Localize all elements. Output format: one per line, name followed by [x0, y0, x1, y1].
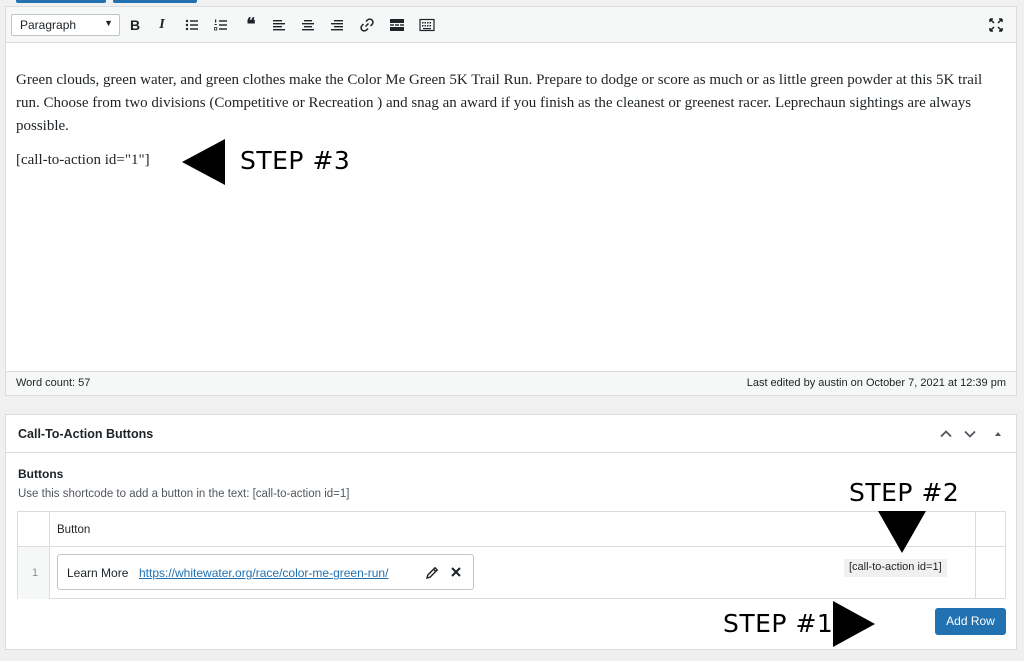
post-shortcode: [call-to-action id="1"]	[16, 152, 150, 168]
toolbar-toggle-button[interactable]	[416, 15, 438, 35]
toggle-panel-button[interactable]	[989, 425, 1007, 443]
align-center-icon	[302, 20, 314, 31]
buttons-section-label: Buttons	[18, 467, 64, 481]
chevron-down-icon	[964, 430, 976, 438]
chevron-down-icon: ▼	[104, 18, 113, 28]
blockquote-icon: ❝	[246, 15, 256, 34]
link-button[interactable]	[356, 15, 378, 35]
blockquote-button[interactable]: ❝	[240, 15, 262, 35]
add-row-button[interactable]: Add Row	[935, 608, 1006, 635]
numbered-list-button[interactable]	[210, 15, 232, 35]
bulleted-list-button[interactable]	[181, 15, 203, 35]
toolbar-toggle-icon	[419, 18, 435, 32]
bold-icon: B	[129, 17, 141, 33]
step3-arrow-left	[182, 139, 225, 185]
step3-annotation: STEP #3	[240, 146, 351, 175]
row-shortcode-badge: [call-to-action id=1]	[844, 559, 947, 577]
format-select-value: Paragraph	[20, 18, 77, 32]
read-more-button[interactable]	[386, 15, 408, 35]
step1-annotation: STEP #1	[723, 609, 834, 638]
button-field[interactable]: Learn More https://whitewater.org/race/c…	[57, 554, 474, 590]
button-url-link[interactable]: https://whitewater.org/race/color-me-gre…	[139, 566, 388, 580]
align-right-button[interactable]	[326, 15, 348, 35]
editor-toolbar: Paragraph ▼ B I ❝	[6, 7, 1016, 43]
editor-content[interactable]: Green clouds, green water, and green clo…	[16, 69, 1006, 138]
numbered-list-icon	[214, 19, 227, 31]
align-right-icon	[331, 20, 343, 31]
editor-tab-visual[interactable]	[16, 0, 106, 3]
read-more-icon	[390, 19, 404, 31]
editor-tab-text[interactable]	[113, 0, 197, 3]
shortcode-description: Use this shortcode to add a button in th…	[18, 488, 350, 500]
italic-button[interactable]: I	[151, 15, 173, 35]
link-icon	[360, 18, 374, 32]
last-edited: Last edited by austin on October 7, 2021…	[746, 377, 1006, 389]
move-up-button[interactable]	[937, 425, 955, 443]
format-select[interactable]: Paragraph ▼	[11, 14, 120, 36]
post-editor: Paragraph ▼ B I ❝ Green clouds, green wa…	[5, 6, 1017, 396]
close-icon[interactable]	[448, 564, 464, 580]
align-center-button[interactable]	[297, 15, 319, 35]
step2-arrow-down	[878, 511, 926, 553]
bold-button[interactable]: B	[124, 15, 146, 35]
triangle-up-icon	[995, 432, 1001, 436]
post-paragraph: Green clouds, green water, and green clo…	[16, 72, 983, 134]
chevron-up-icon	[940, 430, 952, 438]
row-number: 1	[32, 567, 39, 579]
column-divider	[49, 512, 50, 598]
step1-arrow-right	[833, 601, 875, 647]
word-count: Word count: 57	[16, 377, 91, 389]
column-header-button: Button	[57, 524, 91, 536]
align-left-icon	[273, 20, 285, 31]
fullscreen-icon[interactable]	[988, 17, 1004, 33]
align-left-button[interactable]	[268, 15, 290, 35]
step2-annotation: STEP #2	[849, 478, 960, 507]
button-label: Learn More	[67, 566, 129, 580]
column-divider	[975, 512, 976, 598]
metabox-header: Call-To-Action Buttons	[6, 415, 1016, 453]
metabox-title: Call-To-Action Buttons	[18, 427, 154, 441]
italic-icon: I	[159, 17, 165, 32]
move-down-button[interactable]	[961, 425, 979, 443]
pencil-icon[interactable]	[424, 565, 440, 581]
buttons-table: Button 1 Learn More https://whitewater.o…	[17, 511, 1006, 599]
header-divider	[18, 546, 1005, 547]
editor-status-bar: Word count: 57 Last edited by austin on …	[6, 371, 1016, 395]
bulleted-list-icon	[185, 19, 198, 31]
